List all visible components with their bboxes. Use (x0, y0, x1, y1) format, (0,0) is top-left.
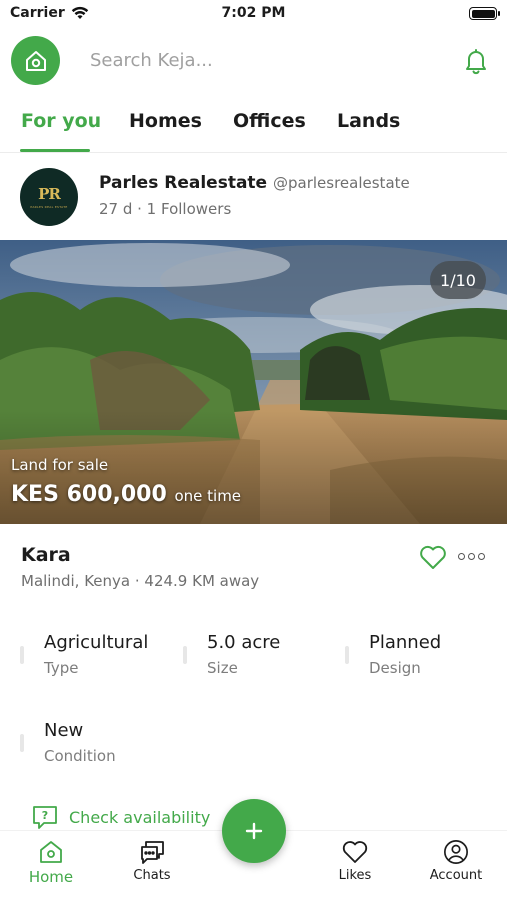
price-frequency: one time (174, 487, 242, 505)
account-icon (444, 840, 468, 864)
more-options-icon[interactable] (458, 549, 486, 563)
poster-handle: @parlesrealestate (273, 174, 410, 192)
listing-price: KES 600,000 (11, 482, 167, 507)
spec-divider (20, 646, 24, 664)
spec-label: Size (207, 659, 238, 677)
avatar-logo-subtext: PARLES REAL ESTATE (30, 205, 68, 209)
spec-divider (183, 646, 187, 664)
tab-lands[interactable]: Lands (337, 110, 400, 132)
nav-likes[interactable]: Likes (320, 839, 390, 883)
status-bar: Carrier 7:02 PM (0, 0, 507, 30)
listing-photo[interactable]: 1/10 Land for sale KES 600,000 one time (0, 240, 507, 524)
nav-account-label: Account (429, 868, 483, 883)
spec-value: Agricultural (44, 632, 149, 653)
add-listing-button[interactable] (222, 799, 286, 863)
spec-value: New (44, 720, 84, 741)
svg-text:?: ? (42, 809, 48, 822)
photo-counter: 1/10 (430, 261, 486, 299)
listing-purpose: Land for sale (11, 456, 109, 474)
battery-icon (469, 7, 500, 20)
listing-location: Malindi, Kenya · 424.9 KM away (21, 572, 260, 590)
question-chat-icon: ? (33, 806, 57, 829)
spec-label: Design (369, 659, 421, 677)
heart-icon[interactable] (418, 543, 448, 571)
nav-chats[interactable]: Chats (117, 839, 187, 883)
tab-homes[interactable]: Homes (129, 110, 202, 132)
poster-meta: 27 d · 1 Followers (99, 200, 232, 218)
status-time: 7:02 PM (221, 5, 286, 21)
poster-avatar[interactable]: PR PARLES REAL ESTATE (20, 168, 78, 226)
spec-divider (345, 646, 349, 664)
avatar-logo-text: PR (38, 185, 61, 203)
spec-value: 5.0 acre (207, 632, 281, 653)
spec-label: Type (44, 659, 79, 677)
home-logo-icon (25, 50, 46, 71)
check-availability-button[interactable]: ? Check availability (31, 803, 210, 831)
heart-outline-icon (342, 841, 368, 863)
category-tabs: For you Homes Offices Lands (0, 100, 507, 153)
listing-price-line: KES 600,000 one time (11, 482, 241, 507)
nav-likes-label: Likes (338, 868, 372, 883)
nav-home-label: Home (28, 868, 74, 886)
bell-icon[interactable] (461, 46, 491, 76)
home-icon (40, 841, 62, 863)
active-tab-indicator (20, 149, 90, 152)
poster-name-line[interactable]: Parles Realestate @parlesrealestate (99, 173, 410, 193)
chats-icon (141, 841, 164, 864)
nav-chats-label: Chats (133, 868, 171, 883)
search-input[interactable] (80, 45, 380, 75)
plus-icon (245, 822, 263, 840)
poster-name: Parles Realestate (99, 173, 268, 193)
tab-for-you[interactable]: For you (21, 110, 101, 132)
poster-header[interactable]: PR PARLES REAL ESTATE Parles Realestate … (0, 168, 507, 228)
home-logo-button[interactable] (11, 36, 60, 85)
nav-account[interactable]: Account (421, 839, 491, 883)
nav-home[interactable]: Home (16, 839, 86, 886)
tab-offices[interactable]: Offices (233, 110, 306, 132)
listing-title[interactable]: Kara (21, 544, 71, 566)
spec-label: Condition (44, 747, 116, 765)
spec-value: Planned (369, 632, 442, 653)
top-bar (0, 36, 507, 86)
spec-divider (20, 734, 24, 752)
check-availability-label: Check availability (69, 807, 211, 827)
